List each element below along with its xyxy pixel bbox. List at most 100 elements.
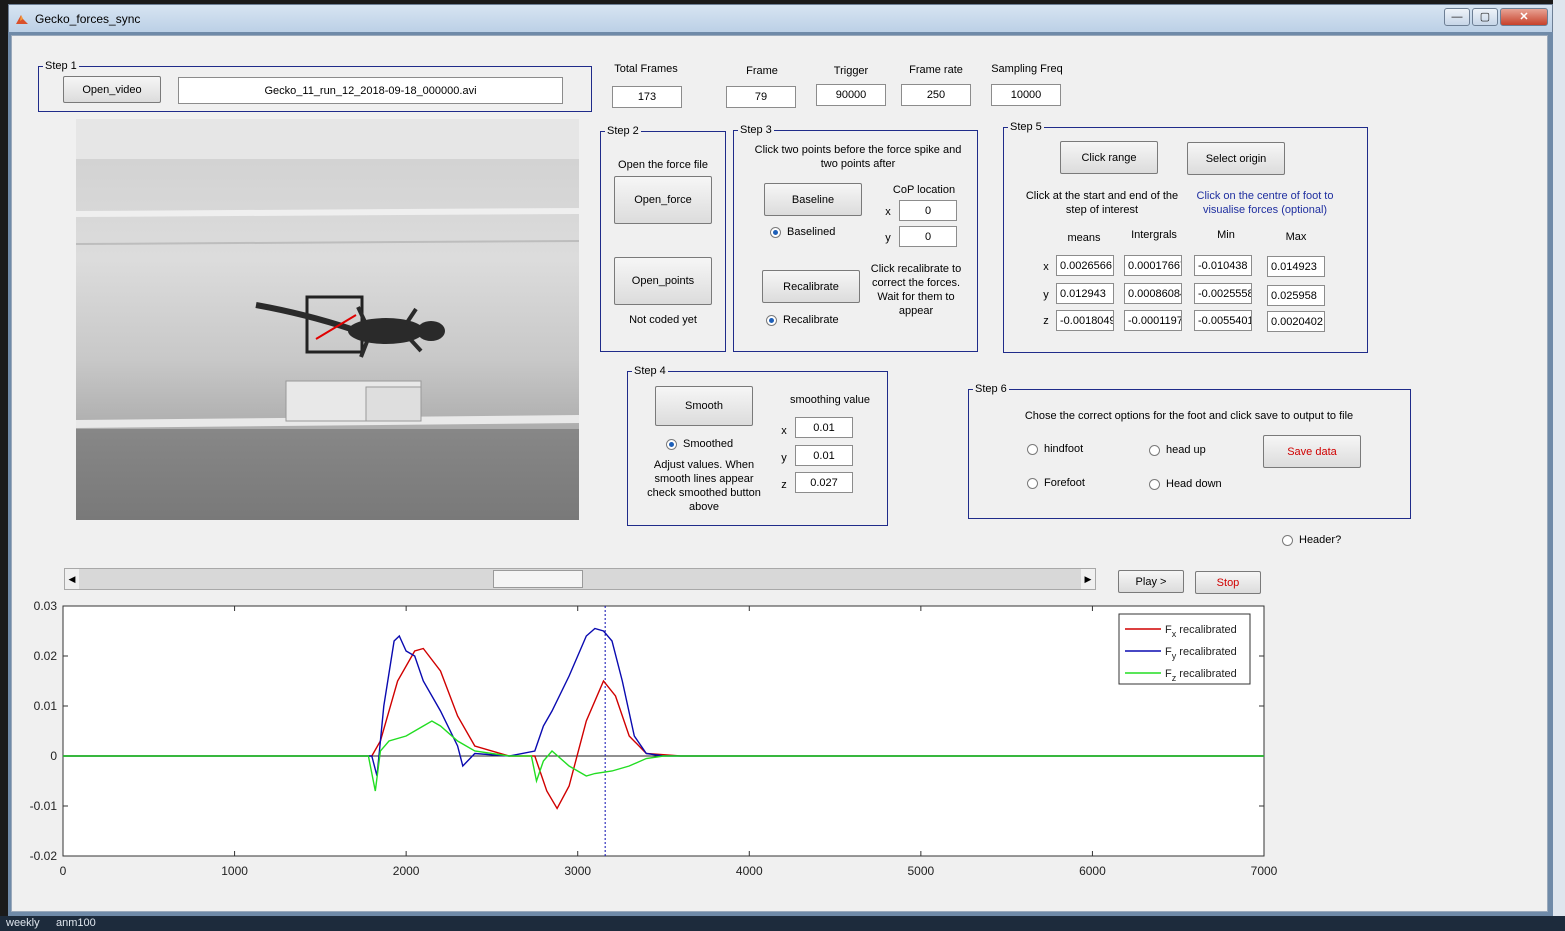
smoothed-radio-label: Smoothed <box>683 438 734 450</box>
minimize-button[interactable]: — <box>1444 8 1470 26</box>
y-integrals-field[interactable]: 0.00086084 <box>1124 283 1182 304</box>
smoothed-radio[interactable]: Smoothed <box>666 438 733 450</box>
smooth-y-field[interactable]: 0.01 <box>795 445 853 466</box>
slider-right-arrow-icon[interactable]: ▶ <box>1081 569 1095 589</box>
step1-title: Step 1 <box>43 60 79 72</box>
y-tick-label: 0.03 <box>34 599 58 613</box>
figure-canvas: Total Frames 173 Frame 79 Trigger 90000 … <box>11 35 1548 912</box>
close-button[interactable]: ✕ <box>1500 8 1548 26</box>
integrals-header: Intergrals <box>1131 229 1177 241</box>
total-frames-field[interactable]: 173 <box>612 86 682 108</box>
step4-title: Step 4 <box>632 365 668 377</box>
head-down-radio[interactable]: Head down <box>1149 478 1222 490</box>
open-points-button[interactable]: Open_points <box>614 257 712 305</box>
window-client: Total Frames 173 Frame 79 Trigger 90000 … <box>8 32 1553 916</box>
play-button[interactable]: Play > <box>1118 570 1184 593</box>
z-integrals-field[interactable]: -0.0001197 <box>1124 310 1182 331</box>
smooth-z-field[interactable]: 0.027 <box>795 472 853 493</box>
y-tick-label: 0.01 <box>34 699 58 713</box>
baselined-radio-dot <box>770 226 781 238</box>
step5-panel: Step 5 Click range Select origin Click a… <box>1003 121 1368 353</box>
min-header: Min <box>1217 229 1235 241</box>
frame-rate-label: Frame rate <box>909 64 963 76</box>
x-integrals-field[interactable]: 0.00017667 <box>1124 255 1182 276</box>
forefoot-radio[interactable]: Forefoot <box>1027 477 1085 489</box>
save-data-button[interactable]: Save data <box>1263 435 1361 468</box>
z-min-field[interactable]: -0.0055401 <box>1194 310 1252 331</box>
frame-slider[interactable]: ◀ ▶ <box>64 568 1096 590</box>
maximize-button[interactable]: ▢ <box>1472 8 1498 26</box>
click-range-button[interactable]: Click range <box>1060 141 1158 174</box>
x-min-field[interactable]: -0.010438 <box>1194 255 1252 276</box>
open-force-button[interactable]: Open_force <box>614 176 712 224</box>
open-force-label: Open the force file <box>618 159 708 171</box>
recalibrate-note: Click recalibrate to correct the forces.… <box>870 263 962 317</box>
step3-title: Step 3 <box>738 124 774 136</box>
slider-thumb[interactable] <box>493 570 583 588</box>
row-z-label: z <box>1043 315 1049 327</box>
plot-area <box>62 605 1265 857</box>
header-radio-label: Header? <box>1299 534 1342 546</box>
step6-instructions: Chose the correct options for the foot a… <box>1024 410 1354 422</box>
forefoot-radio-label: Forefoot <box>1044 477 1085 489</box>
taskbar-item-anm100[interactable]: anm100 <box>56 917 96 929</box>
frame-field[interactable]: 79 <box>726 86 796 108</box>
y-min-field[interactable]: -0.0025558 <box>1194 283 1252 304</box>
z-max-field[interactable]: 0.0020402 <box>1267 311 1325 332</box>
smooth-x-field[interactable]: 0.01 <box>795 417 853 438</box>
taskbar-item-weekly[interactable]: weekly <box>6 917 40 929</box>
header-radio[interactable]: Header? <box>1282 534 1341 546</box>
smooth-y-label: y <box>781 452 787 464</box>
header-radio-dot <box>1282 534 1293 546</box>
cop-y-field[interactable]: 0 <box>899 226 957 247</box>
trigger-field[interactable]: 90000 <box>816 84 886 106</box>
frame-rate-field[interactable]: 250 <box>901 84 971 106</box>
smoothed-radio-dot <box>666 438 677 450</box>
row-x-label: x <box>1043 261 1049 273</box>
stop-button[interactable]: Stop <box>1195 571 1261 594</box>
smooth-z-label: z <box>781 479 787 491</box>
step6-panel: Step 6 Chose the correct options for the… <box>968 383 1411 519</box>
means-header: means <box>1067 232 1101 244</box>
video-filename-field[interactable]: Gecko_11_run_12_2018-09-18_000000.avi <box>178 77 563 104</box>
step3-panel: Step 3 Click two points before the force… <box>733 124 978 352</box>
cop-x-label: x <box>885 206 891 218</box>
x-tick-label: 3000 <box>564 864 591 878</box>
sampling-freq-field[interactable]: 10000 <box>991 84 1061 106</box>
step2-title: Step 2 <box>605 125 641 137</box>
x-tick-label: 1000 <box>221 864 248 878</box>
hindfoot-radio[interactable]: hindfoot <box>1027 443 1083 455</box>
desktop-edge <box>1553 0 1565 931</box>
smoothing-note: Adjust values. When smooth lines appear … <box>647 459 761 513</box>
recalibrate-radio[interactable]: Recalibrate <box>766 314 839 326</box>
x-tick-label: 5000 <box>908 864 935 878</box>
y-max-field[interactable]: 0.025958 <box>1267 285 1325 306</box>
y-tick-label: -0.02 <box>30 849 58 863</box>
cop-x-field[interactable]: 0 <box>899 200 957 221</box>
smooth-button[interactable]: Smooth <box>655 386 753 426</box>
step4-panel: Step 4 Smooth Smoothed Adjust values. Wh… <box>627 365 888 526</box>
select-origin-button[interactable]: Select origin <box>1187 142 1285 175</box>
step6-title: Step 6 <box>973 383 1009 395</box>
x-tick-label: 6000 <box>1079 864 1106 878</box>
head-down-radio-dot <box>1149 478 1160 490</box>
open-video-button[interactable]: Open_video <box>63 76 161 103</box>
x-tick-label: 4000 <box>736 864 763 878</box>
baseline-button[interactable]: Baseline <box>764 183 862 216</box>
forefoot-radio-dot <box>1027 477 1038 489</box>
slider-left-arrow-icon[interactable]: ◀ <box>65 569 79 589</box>
x-tick-label: 2000 <box>393 864 420 878</box>
video-frame[interactable] <box>76 119 579 520</box>
y-means-field[interactable]: 0.012943 <box>1056 283 1114 304</box>
force-plot[interactable]: 0 1000 2000 3000 4000 5000 6000 7000 0.03 0.02 0.0… <box>12 596 1282 896</box>
x-means-field[interactable]: 0.0026566 <box>1056 255 1114 276</box>
gecko-video-image <box>76 119 579 520</box>
head-up-radio[interactable]: head up <box>1149 444 1206 456</box>
window-title: Gecko_forces_sync <box>35 12 141 26</box>
baselined-radio[interactable]: Baselined <box>770 226 835 238</box>
z-means-field[interactable]: -0.0018049 <box>1056 310 1114 331</box>
x-max-field[interactable]: 0.014923 <box>1267 256 1325 277</box>
points-status-label: Not coded yet <box>629 314 697 326</box>
recalibrate-button[interactable]: Recalibrate <box>762 270 860 303</box>
recalibrate-radio-dot <box>766 314 777 326</box>
